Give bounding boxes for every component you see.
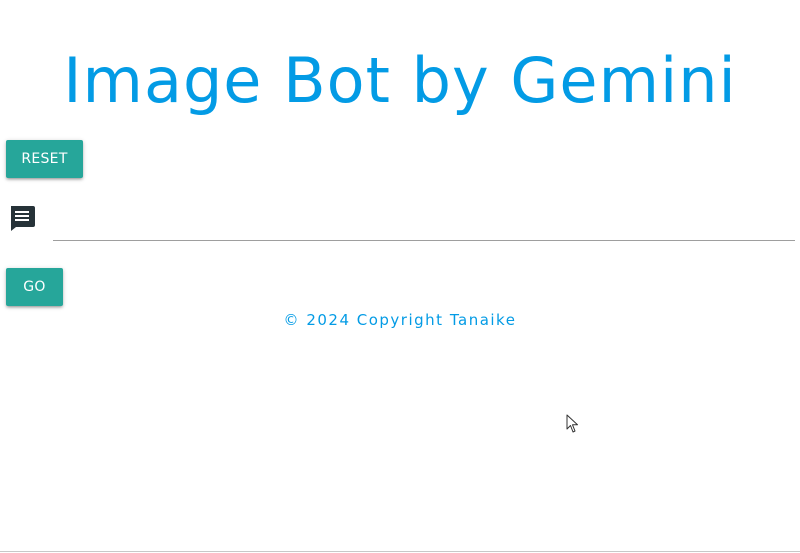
chat-icon bbox=[8, 204, 36, 232]
go-button[interactable]: GO bbox=[6, 268, 63, 306]
prompt-input[interactable] bbox=[53, 206, 795, 241]
reset-button[interactable]: RESET bbox=[6, 140, 83, 178]
page-title: Image Bot by Gemini bbox=[63, 44, 737, 117]
chat-icon-graphic bbox=[11, 206, 35, 231]
mouse-pointer-icon bbox=[566, 414, 580, 434]
bottom-divider bbox=[0, 551, 800, 552]
page: Image Bot by Gemini RESET GO © 2024 Copy… bbox=[0, 0, 800, 553]
mouse-pointer-graphic bbox=[566, 414, 578, 433]
footer-copyright: © 2024 Copyright Tanaike bbox=[283, 311, 517, 329]
